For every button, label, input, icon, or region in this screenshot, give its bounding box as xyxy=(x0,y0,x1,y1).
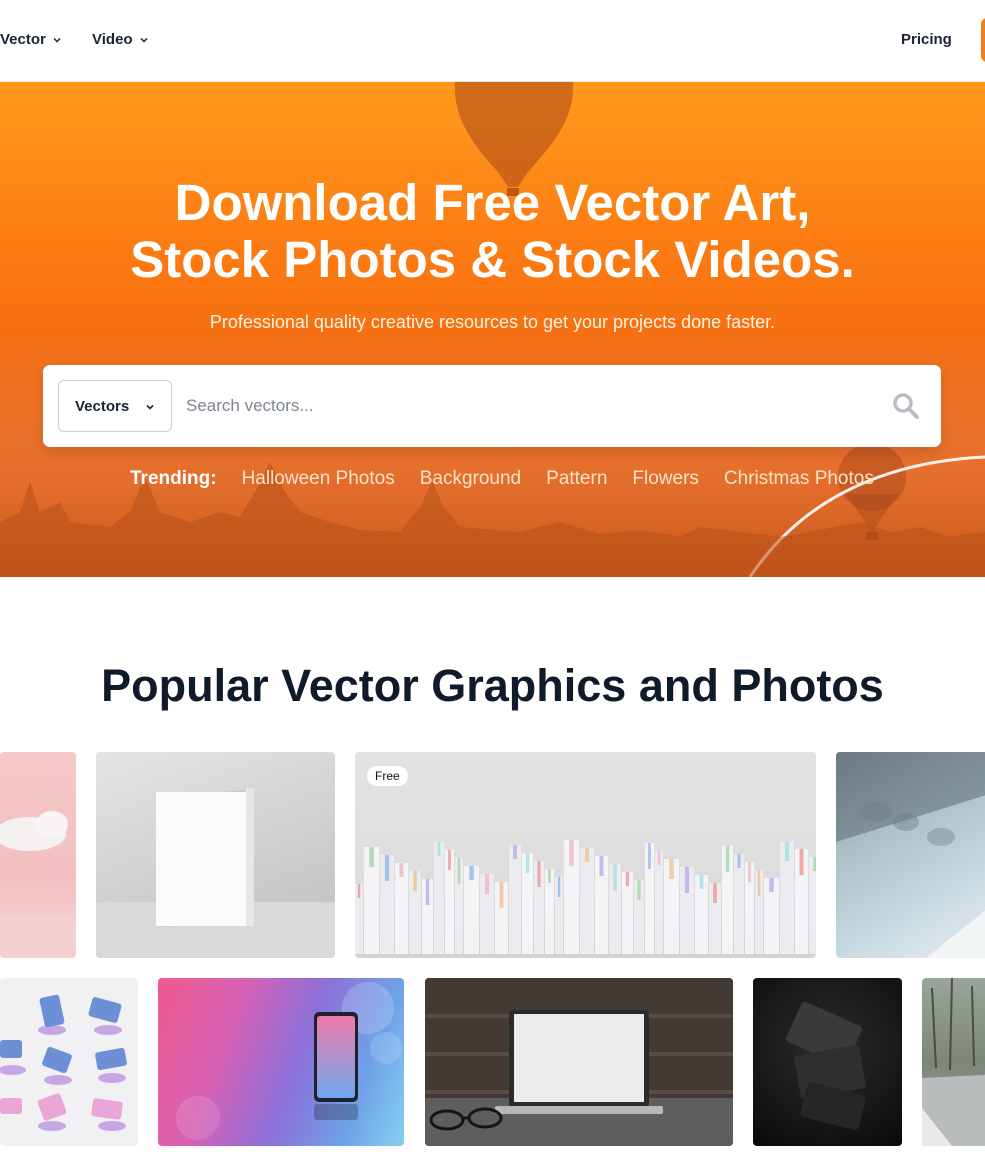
gallery-tile-laptop-bookshelf[interactable] xyxy=(425,978,733,1146)
nav-item-vector[interactable]: Vector xyxy=(0,31,62,48)
book-spine-accent xyxy=(357,884,361,898)
book-spine-accent xyxy=(437,842,441,856)
road-illustration xyxy=(922,978,985,1146)
trending-label: Trending: xyxy=(130,468,217,489)
search-type-dropdown[interactable]: Vectors xyxy=(58,380,172,432)
book-spine-accent xyxy=(769,878,774,892)
search-input[interactable] xyxy=(186,391,866,421)
book-spine-accent xyxy=(599,856,604,876)
nav-item-label: Vector xyxy=(0,31,46,48)
trending-link[interactable]: Halloween Photos xyxy=(242,468,395,490)
book-spine-accent xyxy=(637,880,641,900)
nav-pricing-link[interactable]: Pricing xyxy=(901,31,952,48)
book-spine-accent xyxy=(813,857,816,871)
hero-title: Download Free Vector Art, Stock Photos &… xyxy=(0,174,985,288)
book-spine xyxy=(434,842,444,954)
gallery-tile-book-mockup[interactable] xyxy=(96,752,335,958)
chevron-down-icon xyxy=(140,37,148,43)
book-spine-accent xyxy=(613,864,617,890)
laptop-illustration xyxy=(425,978,733,1146)
chevron-down-icon xyxy=(53,37,61,43)
search-bar: Vectors xyxy=(43,365,941,447)
book-spine-accent xyxy=(748,862,751,882)
popular-section-title: Popular Vector Graphics and Photos xyxy=(101,660,884,711)
nav-item-video[interactable]: Video xyxy=(92,31,149,48)
books-illustration xyxy=(355,840,816,954)
book-spine-accent xyxy=(448,850,451,870)
book-illustration xyxy=(96,788,335,958)
hero-subtitle: Professional quality creative resources … xyxy=(209,312,776,332)
trending-link[interactable]: Christmas Photos xyxy=(724,468,874,490)
gallery-tile-pink-cloud[interactable] xyxy=(0,752,76,958)
free-badge: Free xyxy=(367,766,408,786)
book-spine-accent xyxy=(737,854,741,868)
book-spine-accent xyxy=(413,871,417,891)
gallery-tile-road[interactable] xyxy=(922,978,985,1146)
book-spine xyxy=(509,845,521,954)
nav-item-label: Video xyxy=(92,31,133,48)
book-spine-accent xyxy=(713,883,717,903)
book-spine-accent xyxy=(469,866,474,880)
book-spine-accent xyxy=(425,879,430,905)
phones-illustration xyxy=(0,994,127,1131)
trending-link[interactable]: Pattern xyxy=(546,468,607,490)
book-spine-accent xyxy=(384,855,390,881)
book-spine-accent xyxy=(699,875,704,889)
book-spine-accent xyxy=(584,848,590,862)
book-spine-accent xyxy=(799,849,804,875)
book-spine-accent xyxy=(369,847,374,867)
book-spine-accent xyxy=(757,870,761,896)
gallery-tile-books-row[interactable]: Free xyxy=(355,752,816,958)
gallery-tile-phone-gradient[interactable] xyxy=(158,978,404,1146)
book-spine-accent xyxy=(537,861,541,887)
book-spine-accent xyxy=(557,877,561,897)
book-spine-accent xyxy=(657,851,661,865)
book-spine-accent xyxy=(548,869,551,883)
book-spine-accent xyxy=(725,846,730,872)
book-spine-accent xyxy=(525,853,530,873)
top-navbar: Vector Video Pricing xyxy=(0,0,985,82)
book-spine xyxy=(809,857,816,954)
book-spine-accent xyxy=(684,867,690,893)
book-spine-accent xyxy=(457,858,461,884)
book-spine-accent xyxy=(513,845,517,859)
book-spine-accent xyxy=(784,841,790,861)
book-spine-accent xyxy=(669,859,674,879)
book-spine-accent xyxy=(499,882,504,908)
book-spine-accent xyxy=(399,863,404,877)
hero-title-line1: Download Free Vector Art, xyxy=(174,174,811,231)
cards-illustration xyxy=(786,1001,866,1130)
trending-link[interactable]: Flowers xyxy=(632,468,699,490)
gallery-tile-dark-cards[interactable] xyxy=(753,978,902,1146)
leaf-shadow-illustration xyxy=(836,752,985,958)
chevron-down-icon xyxy=(146,404,154,410)
book-spine xyxy=(734,854,744,954)
trending-link[interactable]: Background xyxy=(420,468,521,490)
gallery-tile-blue-shadow[interactable] xyxy=(836,752,985,958)
gallery-tile-foldable-phones[interactable] xyxy=(0,978,138,1146)
hero-banner: Download Free Vector Art, Stock Photos &… xyxy=(0,82,985,577)
book-spine xyxy=(580,848,594,954)
book-spine-accent xyxy=(569,840,574,866)
trending-list: Trending: Halloween Photos Background Pa… xyxy=(130,468,874,490)
search-type-label: Vectors xyxy=(75,397,130,415)
book-spine xyxy=(655,851,663,954)
book-spine-accent xyxy=(648,843,651,869)
cloud-illustration xyxy=(0,811,76,958)
hero-title-line2: Stock Photos & Stock Videos. xyxy=(130,231,855,288)
nav-cta-button[interactable] xyxy=(981,18,985,62)
phone-illustration xyxy=(176,982,402,1140)
book-spine-accent xyxy=(484,874,490,894)
search-icon[interactable] xyxy=(891,391,921,421)
book-spine-accent xyxy=(625,872,630,886)
